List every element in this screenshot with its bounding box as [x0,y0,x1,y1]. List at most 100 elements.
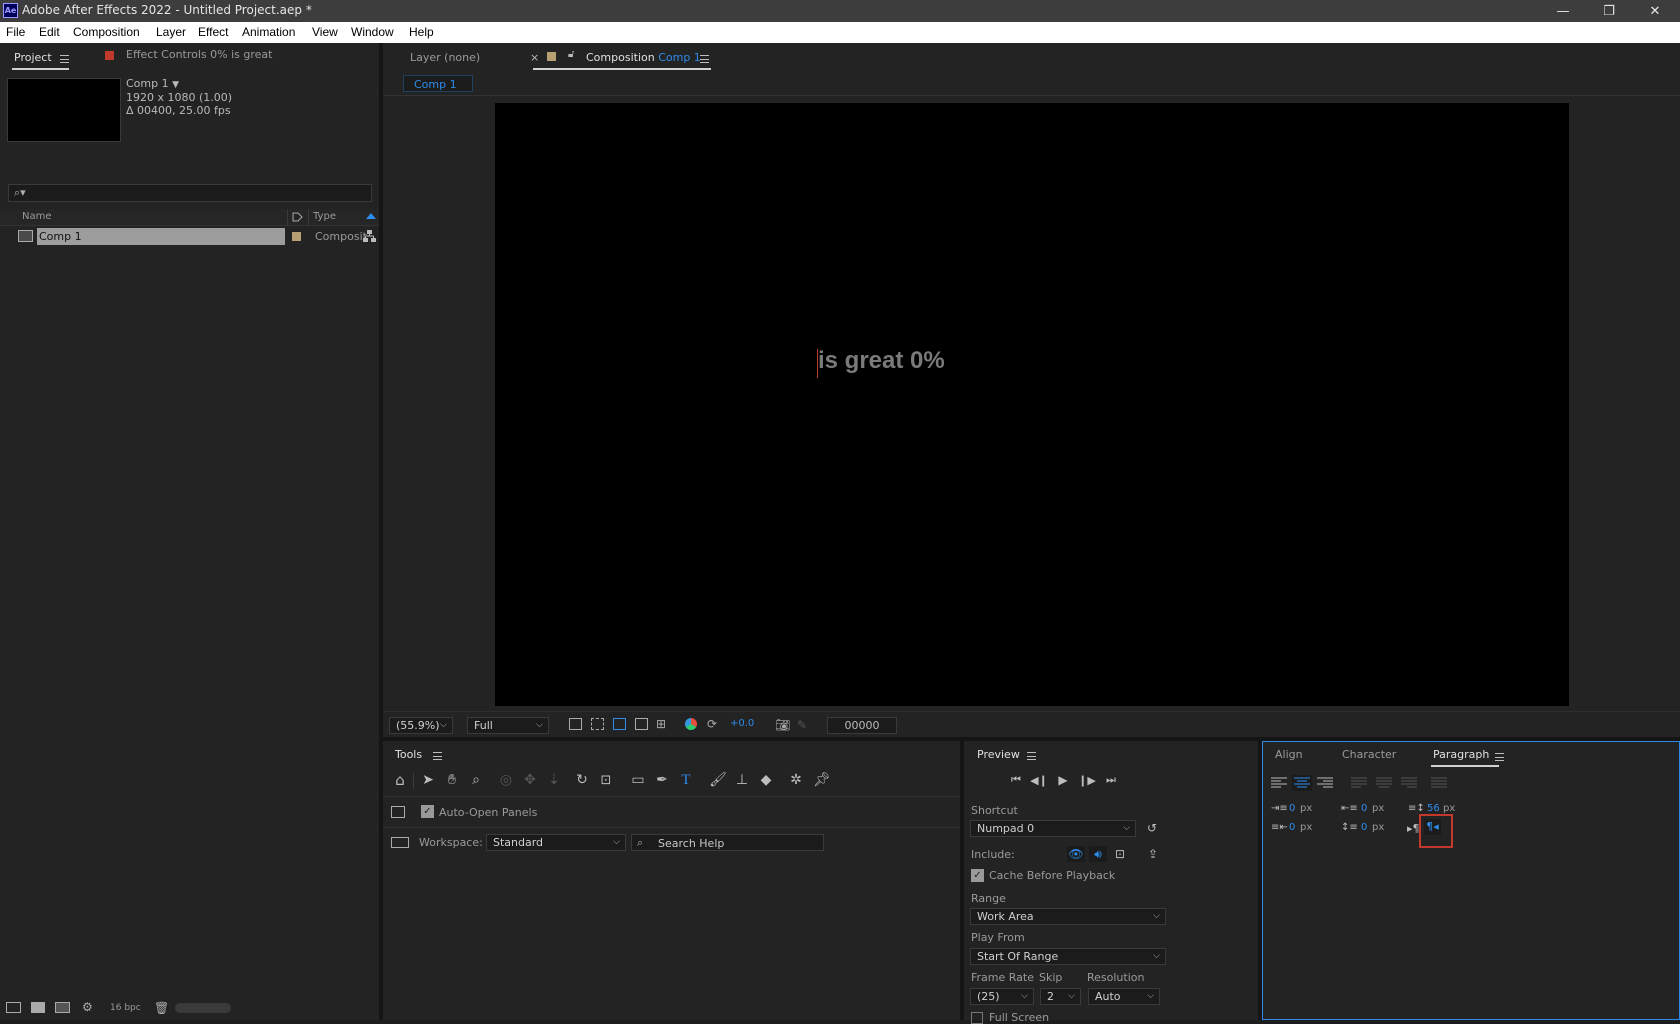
bpc-button[interactable]: 16 bpc [110,1003,141,1013]
restore-button[interactable]: ❐ [1586,0,1632,22]
clone-stamp-tool-icon[interactable]: ⊥ [733,771,751,789]
last-frame-icon[interactable]: ⏭ [1103,772,1119,788]
tab-character[interactable]: Character [1342,748,1396,761]
col-name[interactable]: Name [22,211,52,222]
rectangle-tool-icon[interactable]: ▭ [629,771,647,789]
workspace-dropdown[interactable]: Standard ⌵ [486,834,626,851]
label-tag-icon[interactable] [292,212,303,223]
brush-tool-icon[interactable]: 🖌︎ [709,771,727,789]
menu-window[interactable]: Window [351,25,394,39]
justify-last-right-icon[interactable] [1401,777,1417,789]
project-item-name[interactable]: Comp 1 [37,228,285,245]
pen-tool-icon[interactable]: ✒ [653,771,671,789]
exposure-value[interactable]: +0.0 [730,718,754,729]
show-snapshot-icon[interactable]: ✎ [797,718,807,732]
composition-canvas[interactable]: is great 0% [495,103,1569,706]
tab-paragraph[interactable]: Paragraph [1433,748,1489,761]
minimize-button[interactable]: — [1540,0,1586,22]
indent-right-value[interactable]: 0 [1289,822,1295,833]
orbit-camera-icon[interactable]: ◎ [497,771,515,789]
include-audio-icon[interactable]: 🔊︎ [1089,846,1107,862]
zoom-dropdown[interactable]: (55.9%) ⌵ [389,717,453,734]
range-dropdown[interactable]: Work Area ⌵ [970,908,1166,925]
panel-toggle-icon[interactable] [391,806,405,818]
pan-behind-tool-icon[interactable]: ⊡ [597,771,615,789]
tab-effect-controls[interactable]: Effect Controls 0% is great [126,48,272,61]
canvas-text-layer[interactable]: is great 0% [817,347,945,378]
align-right-icon[interactable] [1317,777,1333,789]
type-tool-icon[interactable]: T [677,771,695,789]
menu-animation[interactable]: Animation [242,25,295,39]
menu-layer[interactable]: Layer [156,25,186,39]
label-color-swatch[interactable] [292,232,301,241]
menu-help[interactable]: Help [409,25,434,39]
panel-menu-icon[interactable] [1495,753,1504,761]
export-icon[interactable]: ⇪ [1145,846,1161,862]
project-settings-icon[interactable]: ⚙ [82,1000,93,1014]
resolution-dropdown[interactable]: Full ⌵ [467,717,549,734]
current-time-display[interactable]: 00000 [827,717,897,734]
justify-last-left-icon[interactable] [1351,777,1367,789]
sort-ascending-icon[interactable] [366,213,376,219]
home-icon[interactable]: ⌂ [391,771,409,789]
menu-file[interactable]: File [6,25,25,39]
zoom-tool-icon[interactable]: ⌕ [467,771,485,789]
close-tab-icon[interactable]: × [530,51,539,64]
preview-title[interactable]: Preview [977,748,1020,761]
reset-preview-icon[interactable]: ↺ [1145,821,1159,835]
play-from-dropdown[interactable]: Start Of Range ⌵ [970,948,1166,965]
justify-last-center-icon[interactable] [1376,777,1392,789]
include-overlays-icon[interactable]: ⊡ [1112,846,1128,862]
dolly-camera-icon[interactable]: ⇣ [545,771,563,789]
color-channels-icon[interactable] [685,718,697,730]
space-before-value[interactable]: 0 [1361,822,1367,833]
previous-frame-icon[interactable]: ◀︎❙ [1030,772,1048,788]
tab-align[interactable]: Align [1275,748,1303,761]
pan-camera-icon[interactable]: ✥ [521,771,539,789]
panel-menu-icon[interactable] [433,752,442,760]
menu-effect[interactable]: Effect [198,25,228,39]
trash-icon[interactable]: 🗑 [154,1001,169,1015]
close-window-button[interactable]: ✕ [1632,0,1678,22]
flowchart-icon[interactable] [363,230,376,243]
roto-brush-tool-icon[interactable]: ✲ [787,771,805,789]
new-folder-icon[interactable] [31,1002,45,1013]
search-help-input[interactable]: ⌕ Search Help [631,834,824,851]
panel-menu-icon[interactable] [60,55,69,63]
skip-dropdown[interactable]: 2 ⌵ [1040,988,1081,1005]
menu-edit[interactable]: Edit [39,25,60,39]
align-center-icon[interactable] [1292,775,1312,791]
project-search-input[interactable]: ⌕▾ [8,184,372,202]
table-row[interactable]: Comp 1 Composit [0,228,379,245]
col-type[interactable]: Type [313,211,336,222]
include-video-icon[interactable]: 👁︎ [1067,846,1085,862]
frame-rate-dropdown[interactable]: (25) ⌵ [970,988,1034,1005]
tab-project[interactable]: Project [14,51,52,64]
panel-menu-icon[interactable] [700,55,709,63]
tab-layer[interactable]: Layer (none) [410,51,480,64]
left-to-right-text-icon[interactable]: ▸¶ [1407,822,1420,835]
auto-open-checkbox[interactable]: ✓ [421,805,434,818]
fast-previews-icon[interactable] [569,718,582,730]
shortcut-dropdown[interactable]: Numpad 0 ⌵ [970,820,1136,837]
panel-menu-icon[interactable] [1027,752,1036,760]
breadcrumb[interactable]: Comp 1 [403,75,473,92]
cache-checkbox[interactable]: ✓ [971,869,984,882]
tab-composition[interactable]: Composition Comp 1 [586,51,701,64]
hand-tool-icon[interactable]: ✋︎ [443,771,461,789]
mask-visibility-icon[interactable] [613,718,626,730]
new-composition-icon[interactable] [55,1002,70,1013]
full-screen-checkbox[interactable] [971,1012,983,1024]
align-left-icon[interactable] [1271,777,1287,789]
lock-icon[interactable]: 🔓︎ [568,49,574,60]
play-icon[interactable]: ▶︎ [1055,772,1071,788]
indent-first-value[interactable]: 0 [1361,803,1367,814]
next-frame-icon[interactable]: ❙▶︎ [1078,772,1096,788]
thumbnail-slider[interactable] [175,1003,231,1013]
justify-all-icon[interactable] [1431,777,1447,789]
selection-tool-icon[interactable]: ➤ [419,771,437,789]
space-after-value[interactable]: 56 [1427,803,1440,814]
breadcrumb-comp[interactable]: Comp 1 [414,78,457,91]
first-frame-icon[interactable]: ⏮ [1008,772,1024,788]
menu-composition[interactable]: Composition [73,25,140,39]
